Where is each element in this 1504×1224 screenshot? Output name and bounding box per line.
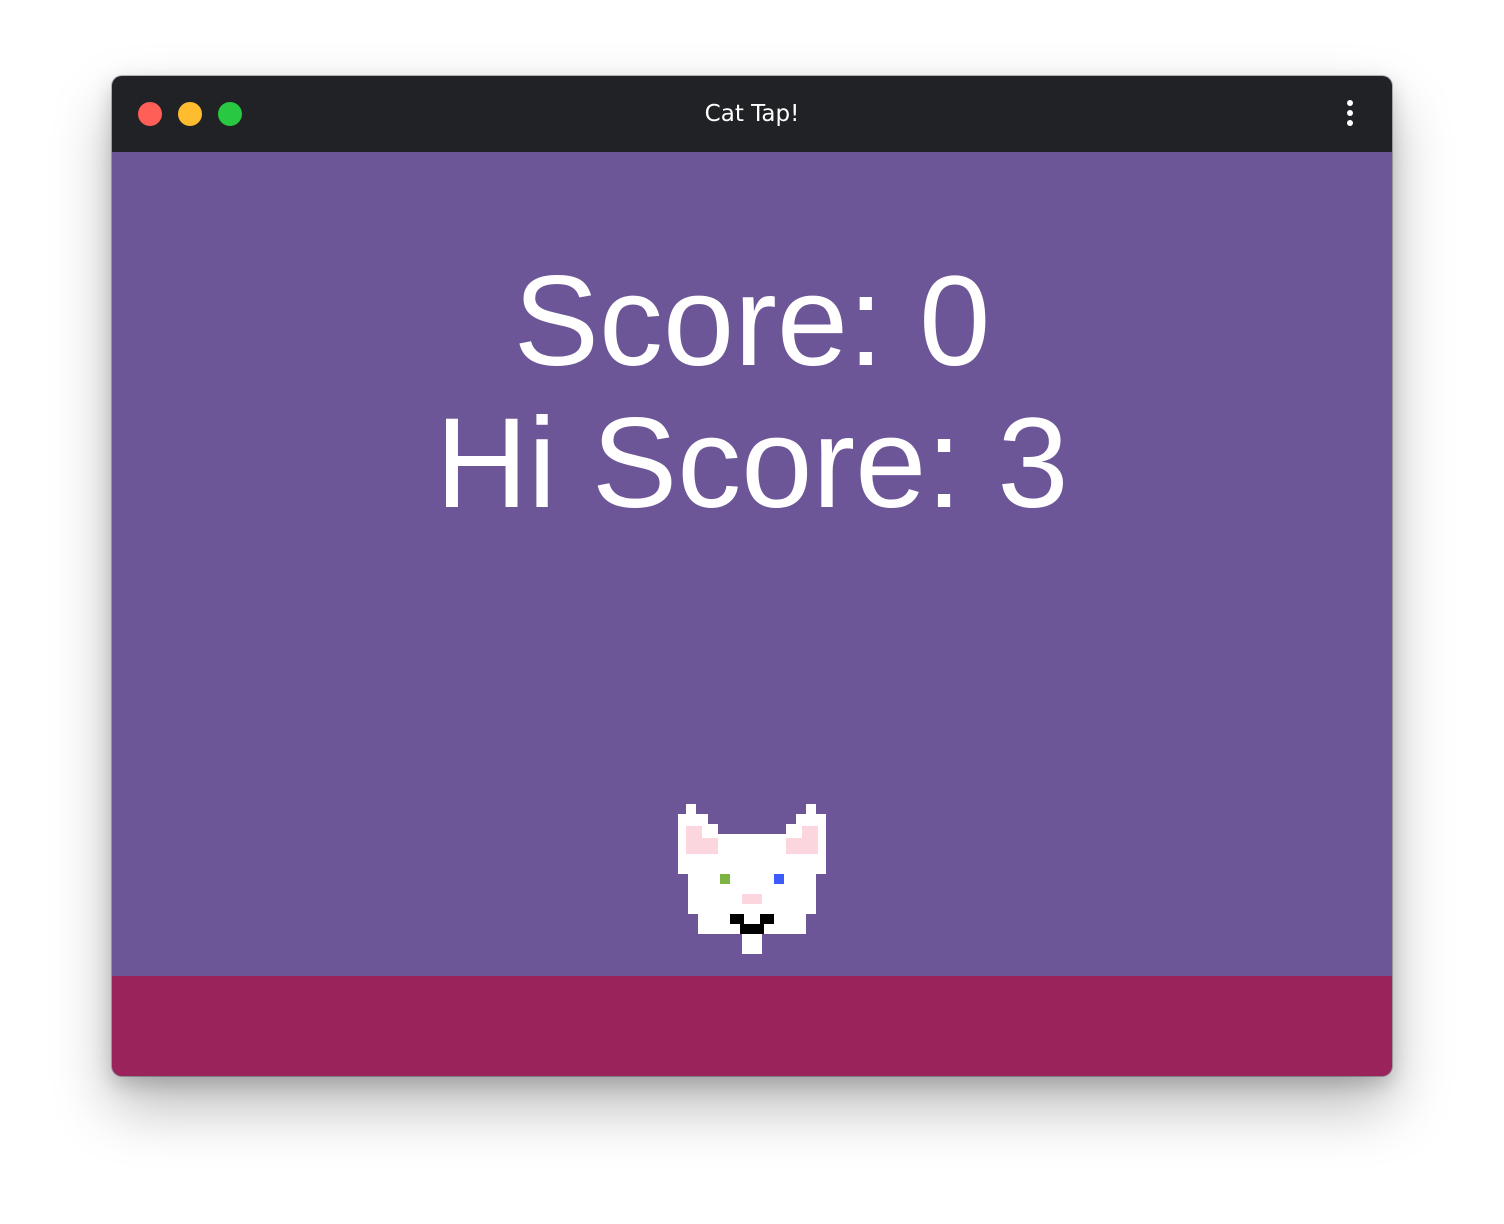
more-menu-button[interactable] bbox=[1332, 98, 1368, 130]
cat-right-eye bbox=[774, 874, 784, 884]
ground bbox=[112, 976, 1392, 1076]
cat-left-ear bbox=[686, 804, 696, 814]
window-title: Cat Tap! bbox=[704, 101, 800, 127]
cat-left-eye bbox=[720, 874, 730, 884]
cat-sprite[interactable] bbox=[676, 804, 828, 956]
hi-score-label: Hi Score: 3 bbox=[435, 392, 1069, 535]
more-vertical-icon bbox=[1347, 100, 1353, 126]
cat-nose bbox=[742, 894, 762, 904]
score-label: Score: 0 bbox=[513, 250, 991, 393]
cat-inner-ear-right bbox=[802, 826, 818, 854]
cat-mouth bbox=[730, 914, 744, 924]
title-bar[interactable]: Cat Tap! bbox=[112, 76, 1392, 152]
game-canvas[interactable]: Score: 0 Hi Score: 3 bbox=[112, 152, 1392, 976]
cat-inner-ear-left bbox=[686, 826, 702, 854]
cat-right-ear bbox=[806, 804, 816, 814]
app-window: Cat Tap! Score: 0 Hi Score: 3 bbox=[112, 76, 1392, 1076]
